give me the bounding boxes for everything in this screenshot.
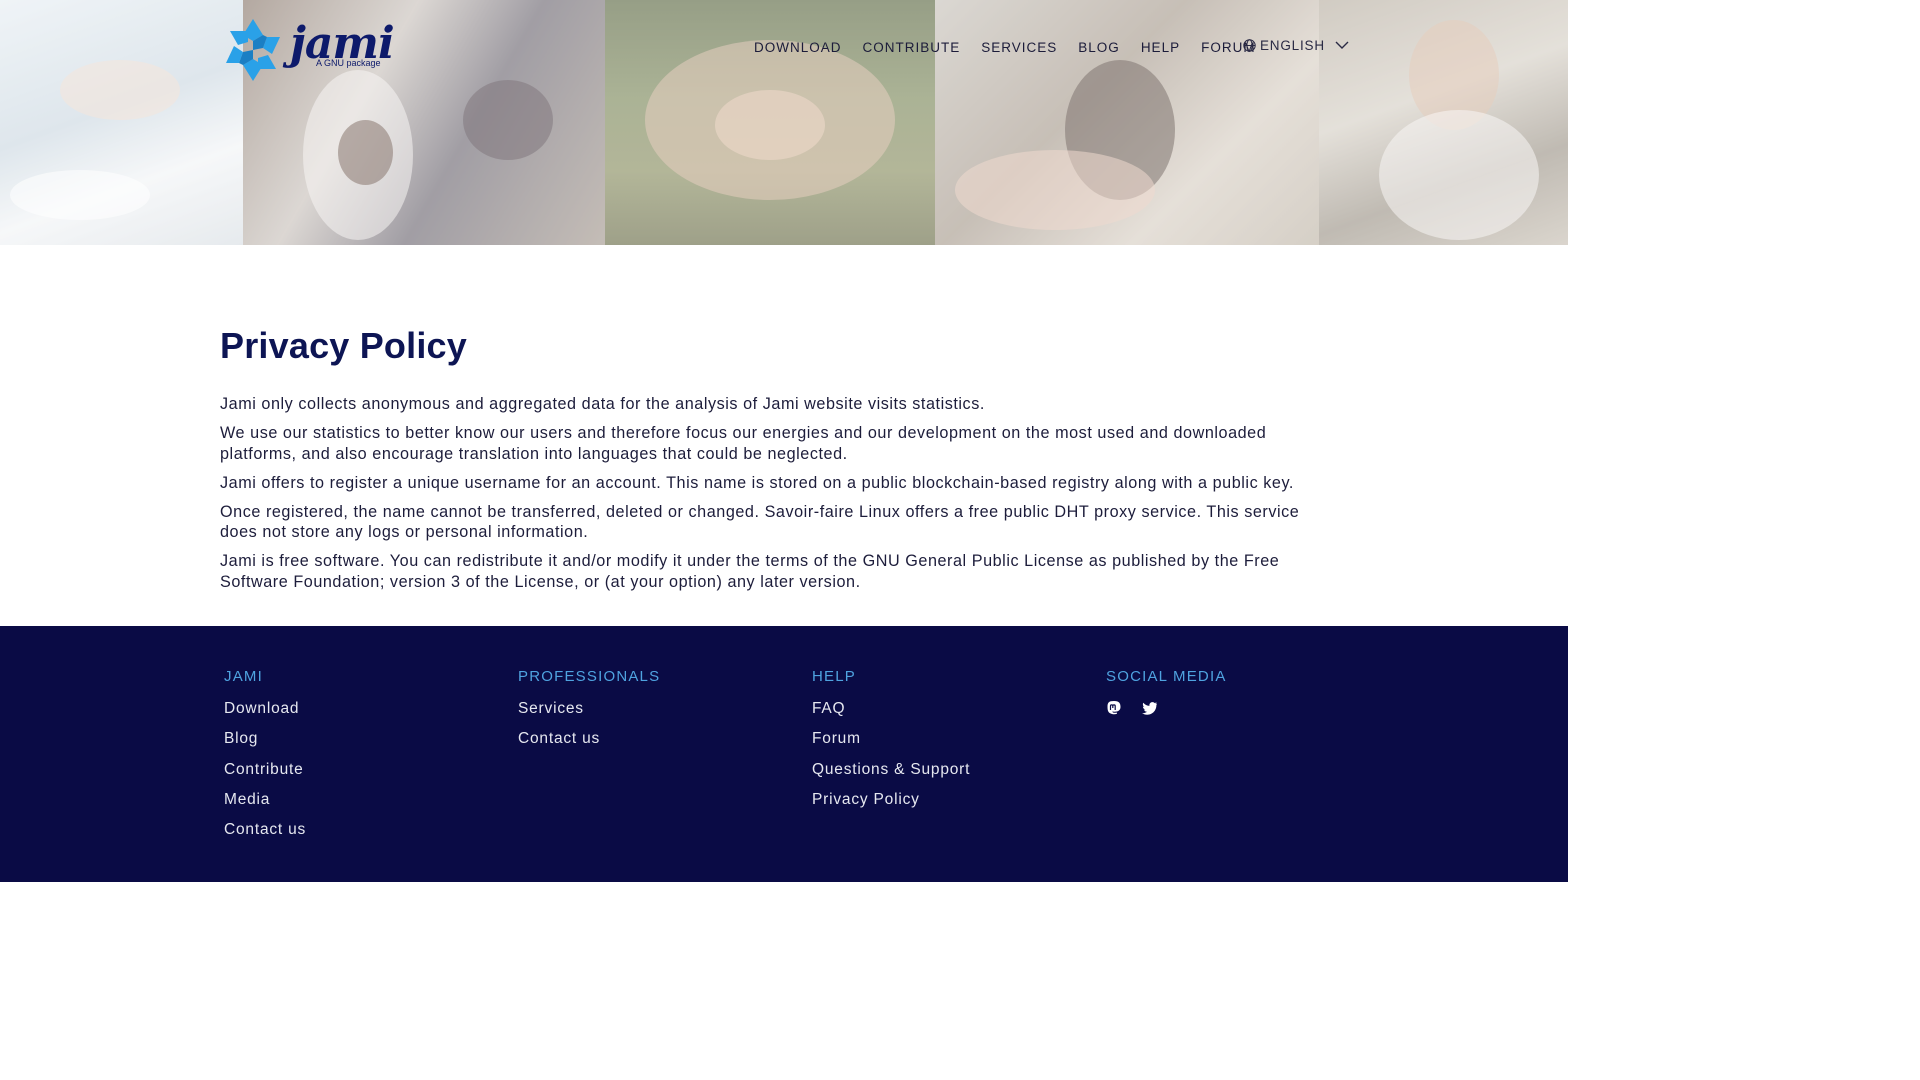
footer-link-contribute[interactable]: Contribute bbox=[224, 761, 306, 779]
policy-paragraph: We use our statistics to better know our… bbox=[220, 424, 1267, 463]
footer-link-privacy[interactable]: Privacy Policy bbox=[812, 791, 970, 809]
footer-link-support[interactable]: Questions & Support bbox=[812, 761, 970, 779]
footer-column-social: SOCIAL MEDIA bbox=[1106, 668, 1227, 716]
site-footer: JAMI Download Blog Contribute Media Cont… bbox=[0, 626, 1568, 882]
main-nav: DOWNLOAD CONTRIBUTE SERVICES BLOG HELP F… bbox=[754, 39, 1277, 57]
globe-icon bbox=[1243, 39, 1256, 52]
policy-paragraph: Jami only collects anonymous and aggrega… bbox=[220, 395, 985, 413]
twitter-icon[interactable] bbox=[1142, 700, 1158, 716]
policy-paragraph: Once registered, the name cannot be tran… bbox=[220, 502, 1300, 542]
footer-link-contact[interactable]: Contact us bbox=[224, 821, 306, 839]
jami-logo-icon bbox=[226, 19, 280, 81]
nav-contribute[interactable]: CONTRIBUTE bbox=[863, 39, 961, 57]
footer-column-help: HELP FAQ Forum Questions & Support Priva… bbox=[812, 668, 970, 821]
policy-paragraph: Jami offers to register a unique usernam… bbox=[220, 473, 1294, 492]
mastodon-icon[interactable] bbox=[1106, 700, 1122, 716]
footer-link-forum[interactable]: Forum bbox=[812, 730, 970, 748]
privacy-content: Privacy Policy Jami only collects anonym… bbox=[220, 325, 1340, 601]
jami-logo[interactable]: jami A GNU package bbox=[220, 16, 395, 84]
chevron-down-icon bbox=[1335, 41, 1349, 49]
footer-link-services[interactable]: Services bbox=[518, 700, 660, 718]
nav-blog[interactable]: BLOG bbox=[1078, 39, 1120, 57]
policy-paragraph: Jami is free software. You can redistrib… bbox=[220, 552, 1280, 591]
language-label: ENGLISH bbox=[1260, 38, 1325, 53]
logo-subtitle: A GNU package bbox=[316, 58, 381, 68]
language-selector[interactable]: ENGLISH bbox=[1243, 38, 1349, 53]
page-title: Privacy Policy bbox=[220, 325, 467, 366]
footer-link-faq[interactable]: FAQ bbox=[812, 700, 970, 718]
footer-column-jami: JAMI Download Blog Contribute Media Cont… bbox=[224, 668, 306, 851]
footer-heading: JAMI bbox=[224, 668, 263, 685]
footer-link-download[interactable]: Download bbox=[224, 700, 306, 718]
header-banner: jami A GNU package DOWNLOAD CONTRIBUTE S… bbox=[0, 0, 1568, 245]
footer-heading: PROFESSIONALS bbox=[518, 668, 661, 685]
footer-heading: HELP bbox=[812, 668, 856, 685]
footer-link-media[interactable]: Media bbox=[224, 791, 306, 809]
footer-link-blog[interactable]: Blog bbox=[224, 730, 306, 748]
footer-link-contact-pro[interactable]: Contact us bbox=[518, 730, 660, 748]
social-links bbox=[1106, 700, 1227, 716]
footer-column-professionals: PROFESSIONALS Services Contact us bbox=[518, 668, 660, 761]
nav-services[interactable]: SERVICES bbox=[981, 39, 1057, 57]
nav-download[interactable]: DOWNLOAD bbox=[754, 39, 842, 57]
nav-help[interactable]: HELP bbox=[1141, 39, 1180, 57]
footer-heading: SOCIAL MEDIA bbox=[1106, 668, 1227, 685]
